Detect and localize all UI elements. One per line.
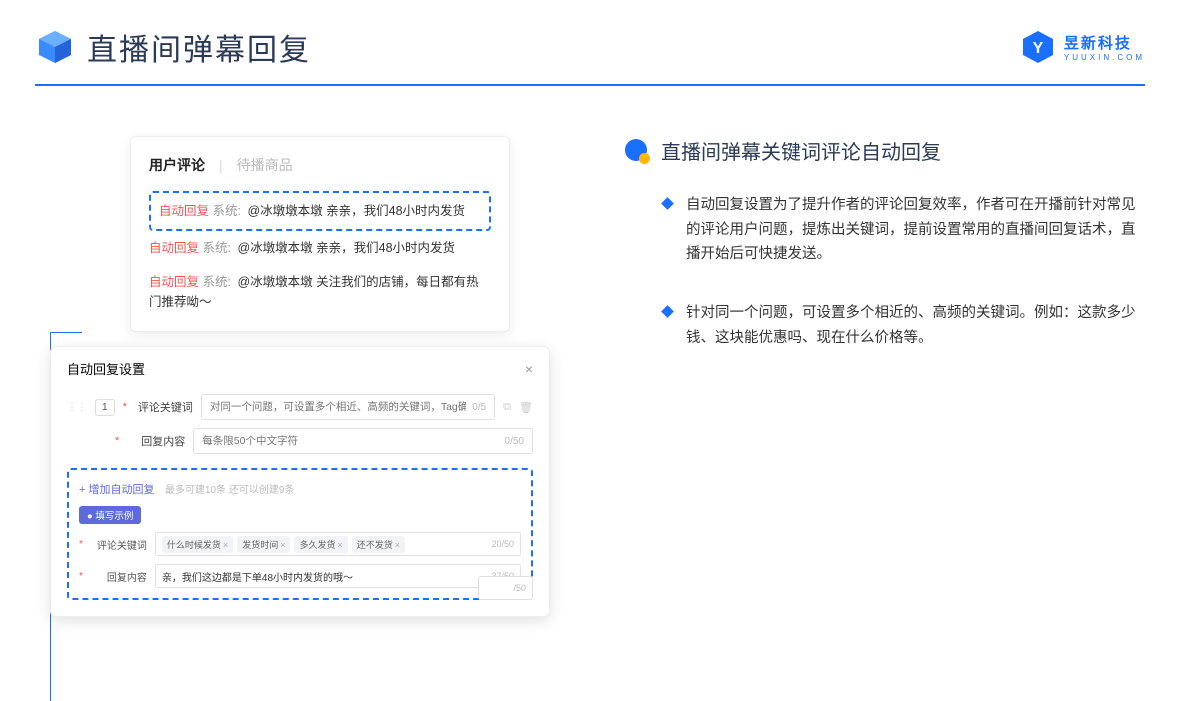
keyword-chip[interactable]: 发货时间× [237,536,290,553]
add-auto-reply-link[interactable]: + 增加自动回复 [79,484,154,496]
left-panel: 用户评论 | 待播商品 自动回复 系统: @冰墩墩本墩 亲亲，我们48小时内发货… [50,136,560,701]
comment-row: 自动回复 系统: @冰墩墩本墩 关注我们的店铺，每日都有热门推荐呦～ [149,265,491,319]
example-content-text: 亲，我们这边都是下单48小时内发货的哦～ [162,569,353,584]
tab-user-comments[interactable]: 用户评论 [149,155,205,175]
svg-text:Y: Y [1033,40,1044,57]
required-mark: * [115,435,119,447]
connector-line [50,332,82,333]
example-keyword-counter: 20/50 [491,539,514,549]
row-number: 1 [95,399,115,416]
comment-card: 用户评论 | 待播商品 自动回复 系统: @冰墩墩本墩 亲亲，我们48小时内发货… [130,136,510,332]
system-label: 系统: [213,204,241,218]
comment-text: @冰墩墩本墩 关注我们的店铺，每日都有热门推荐呦～ [149,275,479,309]
bullet-text: 针对同一个问题，可设置多个相近的、高频的关键词。例如：这款多少钱、这块能优惠吗、… [686,301,1140,350]
keyword-field[interactable] [210,401,466,413]
close-icon[interactable]: × [525,361,533,377]
keyword-label: 评论关键词 [137,399,193,415]
content-field[interactable] [202,435,498,447]
example-content-input[interactable]: 亲，我们这边都是下单48小时内发货的哦～ 37/50 [155,564,521,588]
keyword-input[interactable]: 0/5 [201,394,495,420]
required-mark: * [123,401,127,413]
tab-divider: | [219,157,223,173]
required-mark: * [79,571,83,582]
tab-pending-products[interactable]: 待播商品 [237,155,293,175]
example-badge: ● 填写示例 [79,506,141,524]
diamond-icon [661,305,674,318]
example-box: + 增加自动回复 最多可建10条 还可以创建9条 ● 填写示例 * 评论关键词 … [67,468,533,600]
required-mark: * [79,539,83,550]
bullet-text: 自动回复设置为了提升作者的评论回复效率，作者可在开播前针对常见的评论用户问题，提… [686,193,1140,267]
example-keyword-label: 评论关键词 [91,537,147,552]
trash-icon[interactable]: 🗑 [519,401,533,414]
stray-input[interactable]: /50 [478,576,533,600]
page-title: 直播间弹幕回复 [87,25,1020,69]
comment-row-highlighted: 自动回复 系统: @冰墩墩本墩 亲亲，我们48小时内发货 [149,191,491,231]
comment-text: @冰墩墩本墩 亲亲，我们48小时内发货 [247,204,465,218]
diamond-icon [661,197,674,210]
section-title: 直播间弹幕关键词评论自动回复 [661,136,941,165]
example-keyword-input[interactable]: 什么时候发货× 发货时间× 多久发货× 还不发货× 20/50 [155,532,521,556]
comment-row: 自动回复 系统: @冰墩墩本墩 亲亲，我们48小时内发货 [149,231,491,265]
auto-reply-settings-modal: 自动回复设置 × ⋮⋮ 1 * 评论关键词 0/5 ⧉ 🗑 * 回复内容 [50,346,550,617]
keyword-chip[interactable]: 多久发货× [294,536,347,553]
modal-title: 自动回复设置 [67,359,145,378]
copy-icon[interactable]: ⧉ [503,401,511,414]
content-counter: 0/50 [505,436,524,447]
company-name: 昱新科技 [1064,32,1145,53]
company-logo: Y 昱新科技 YUUXIN.COM [1020,29,1145,65]
auto-reply-badge: 自动回复 [149,241,199,255]
keyword-chip[interactable]: 还不发货× [352,536,405,553]
system-label: 系统: [203,241,231,255]
keyword-chip[interactable]: 什么时候发货× [162,536,233,553]
company-sub: YUUXIN.COM [1064,53,1145,62]
bullet-item: 自动回复设置为了提升作者的评论回复效率，作者可在开播前针对常见的评论用户问题，提… [625,193,1140,267]
comment-text: @冰墩墩本墩 亲亲，我们48小时内发货 [237,241,455,255]
auto-reply-badge: 自动回复 [159,204,209,218]
system-label: 系统: [203,275,231,289]
example-content-label: 回复内容 [91,569,147,584]
right-panel: 直播间弹幕关键词评论自动回复 自动回复设置为了提升作者的评论回复效率，作者可在开… [560,136,1140,701]
auto-reply-badge: 自动回复 [149,275,199,289]
bullet-item: 针对同一个问题，可设置多个相近的、高频的关键词。例如：这款多少钱、这块能优惠吗、… [625,301,1140,350]
content-input[interactable]: 0/50 [193,428,533,454]
drag-handle-icon[interactable]: ⋮⋮ [67,402,87,413]
cube-icon [35,27,75,67]
keyword-counter: 0/5 [472,402,486,413]
bubble-icon [625,139,649,163]
content-label: 回复内容 [129,433,185,449]
add-hint: 最多可建10条 还可以创建9条 [165,485,294,496]
